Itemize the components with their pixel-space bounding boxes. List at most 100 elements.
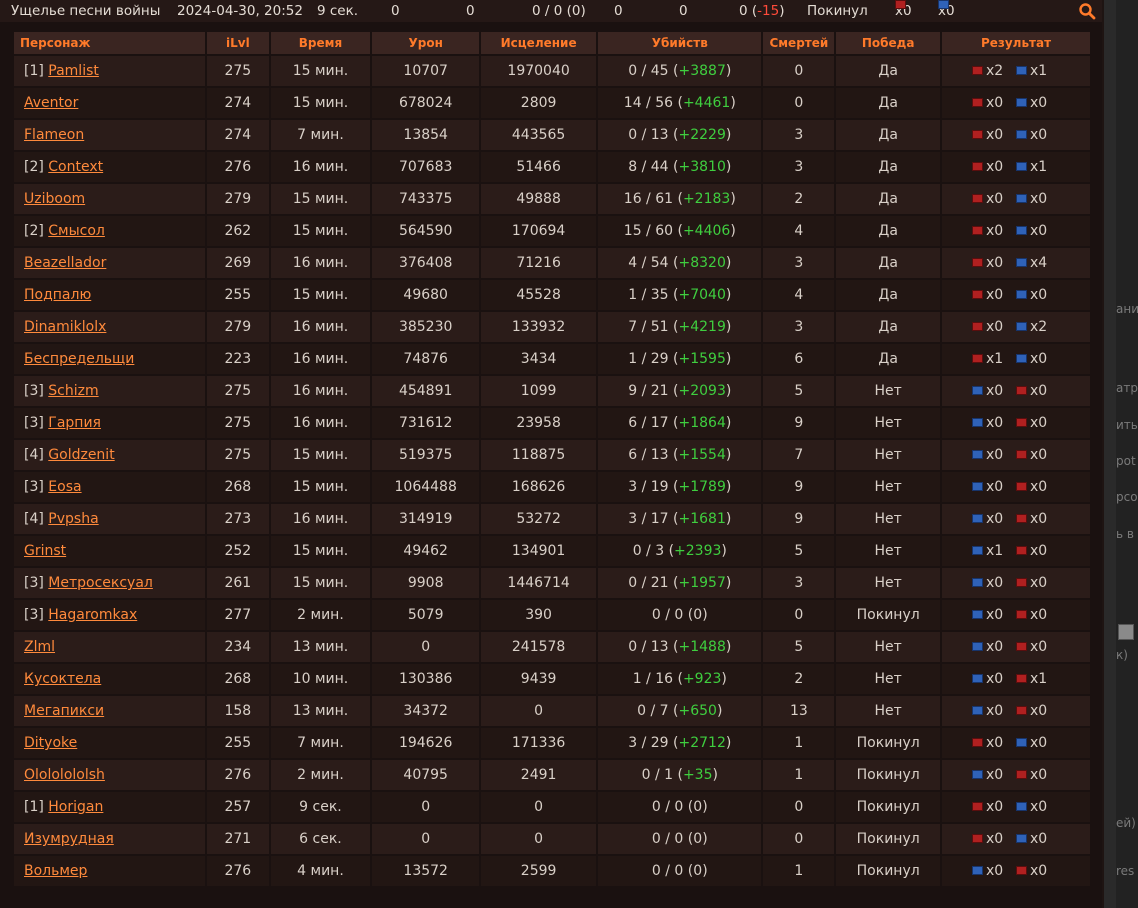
- cell-win: Покинул: [836, 728, 941, 758]
- col-header-result[interactable]: Результат: [942, 32, 1090, 54]
- cell-result: x0 x0: [942, 504, 1090, 534]
- col-header-ilvl[interactable]: iLvl: [207, 32, 269, 54]
- summary-rating-suffix: ): [779, 3, 785, 19]
- character-link[interactable]: Goldzenit: [48, 447, 114, 463]
- result-count-1: x0: [986, 767, 1004, 783]
- character-link[interactable]: Вольмер: [24, 863, 87, 879]
- result-count-2: x1: [1030, 159, 1048, 175]
- blue-flag-icon: [1016, 354, 1028, 363]
- character-link[interactable]: Dinamiklolx: [24, 319, 106, 335]
- character-link[interactable]: Olololololsh: [24, 767, 105, 783]
- character-link[interactable]: Смысол: [48, 223, 105, 239]
- character-link[interactable]: Изумрудная: [24, 831, 114, 847]
- summary-rating: 0 (-15): [739, 0, 785, 22]
- character-link[interactable]: Беспредельщи: [24, 351, 134, 367]
- cell-kills: 9 / 21 (+2093): [598, 376, 762, 406]
- cell-result: x0 x0: [942, 824, 1090, 854]
- character-link[interactable]: Подпалю: [24, 287, 91, 303]
- cell-healing: 3434: [481, 344, 597, 374]
- red-flag-icon: [1016, 642, 1028, 651]
- cell-result: x0 x0: [942, 280, 1090, 310]
- character-link[interactable]: Horigan: [48, 799, 103, 815]
- cell-ilvl: 274: [207, 120, 269, 150]
- cell-kills: 0 / 0 (0): [598, 792, 762, 822]
- character-link[interactable]: Pamlist: [48, 63, 99, 79]
- character-link[interactable]: Zlml: [24, 639, 55, 655]
- character-link[interactable]: Hagaromkax: [48, 607, 137, 623]
- search-icon[interactable]: [1078, 2, 1096, 20]
- col-header-healing[interactable]: Исцеление: [481, 32, 597, 54]
- character-link[interactable]: Dityoke: [24, 735, 77, 751]
- character-link[interactable]: Schizm: [48, 383, 98, 399]
- rating-bonus: 0: [693, 607, 703, 623]
- cell-healing: 0: [481, 696, 597, 726]
- col-header-time[interactable]: Время: [270, 32, 371, 54]
- red-flag-icon: [895, 0, 906, 9]
- background-text-fragment: к): [1116, 648, 1128, 662]
- col-header-character[interactable]: Персонаж: [14, 32, 206, 54]
- cell-kills: 0 / 0 (0): [598, 600, 762, 630]
- character-link[interactable]: Гарпия: [48, 415, 101, 431]
- cell-healing: 1446714: [481, 568, 597, 598]
- character-link[interactable]: Grinst: [24, 543, 66, 559]
- cell-character: [1] Pamlist: [14, 56, 206, 86]
- result-team-1: x0: [972, 799, 1016, 815]
- red-flag-icon: [1016, 546, 1028, 555]
- background-text-fragment: ей): [1116, 816, 1136, 830]
- character-link[interactable]: Метросексуал: [48, 575, 153, 591]
- cell-win: Нет: [836, 664, 941, 694]
- table-row: [2] Context 276 16 мин. 707683 51466 8 / 44 (…: [14, 152, 1090, 182]
- col-header-damage[interactable]: Урон: [372, 32, 480, 54]
- character-link[interactable]: Eosa: [48, 479, 81, 495]
- cell-ilvl: 255: [207, 280, 269, 310]
- result-count-2: x0: [1030, 447, 1048, 463]
- cell-character: [3] Schizm: [14, 376, 206, 406]
- cell-result: x0 x0: [942, 728, 1090, 758]
- cell-time: 15 мин.: [270, 56, 371, 86]
- cell-damage: 564590: [372, 216, 480, 246]
- cell-healing: 23958: [481, 408, 597, 438]
- red-flag-icon: [1016, 514, 1028, 523]
- table-row: [2] Смысол 262 15 мин. 564590 170694 15 / 60 …: [14, 216, 1090, 246]
- result-count-1: x0: [986, 415, 1004, 431]
- result-count-1: x0: [986, 287, 1004, 303]
- result-count-2: x0: [1030, 223, 1048, 239]
- character-link[interactable]: Pvpsha: [48, 511, 98, 527]
- result-count-1: x0: [986, 735, 1004, 751]
- col-header-kills[interactable]: Убийств: [598, 32, 762, 54]
- rating-bonus: +4406: [682, 223, 731, 239]
- group-prefix: [2]: [24, 159, 49, 175]
- col-header-deaths[interactable]: Смертей: [763, 32, 835, 54]
- cell-result: x0 x0: [942, 696, 1090, 726]
- result-team-1: x0: [972, 255, 1016, 271]
- character-link[interactable]: Flameon: [24, 127, 84, 143]
- result-team-2: x0: [1016, 735, 1060, 751]
- col-header-win[interactable]: Победа: [836, 32, 941, 54]
- character-link[interactable]: Beazellador: [24, 255, 106, 271]
- blue-flag-icon: [1016, 322, 1028, 331]
- blue-flag-icon: [972, 450, 984, 459]
- cell-time: 15 мин.: [270, 88, 371, 118]
- character-link[interactable]: Мегапикси: [24, 703, 104, 719]
- kills-value: 0 / 13: [628, 639, 669, 655]
- cell-deaths: 3: [763, 248, 835, 278]
- character-link[interactable]: Uziboom: [24, 191, 85, 207]
- character-link[interactable]: Context: [48, 159, 103, 175]
- cell-damage: 5079: [372, 600, 480, 630]
- result-team-1: x0: [972, 447, 1016, 463]
- cell-result: x0 x2: [942, 312, 1090, 342]
- kills-value: 14 / 56: [623, 95, 674, 111]
- result-team-2: x0: [1016, 607, 1060, 623]
- cell-damage: 707683: [372, 152, 480, 182]
- red-flag-icon: [972, 738, 984, 747]
- character-link[interactable]: Aventor: [24, 95, 78, 111]
- cell-kills: 0 / 7 (+650): [598, 696, 762, 726]
- blue-flag-icon: [1016, 802, 1028, 811]
- cell-win: Да: [836, 216, 941, 246]
- cell-result: x0 x0: [942, 856, 1090, 886]
- result-team-2: x2: [1016, 319, 1060, 335]
- character-link[interactable]: Кусоктела: [24, 671, 101, 687]
- result-count-1: x0: [986, 383, 1004, 399]
- cell-ilvl: 223: [207, 344, 269, 374]
- cell-damage: 74876: [372, 344, 480, 374]
